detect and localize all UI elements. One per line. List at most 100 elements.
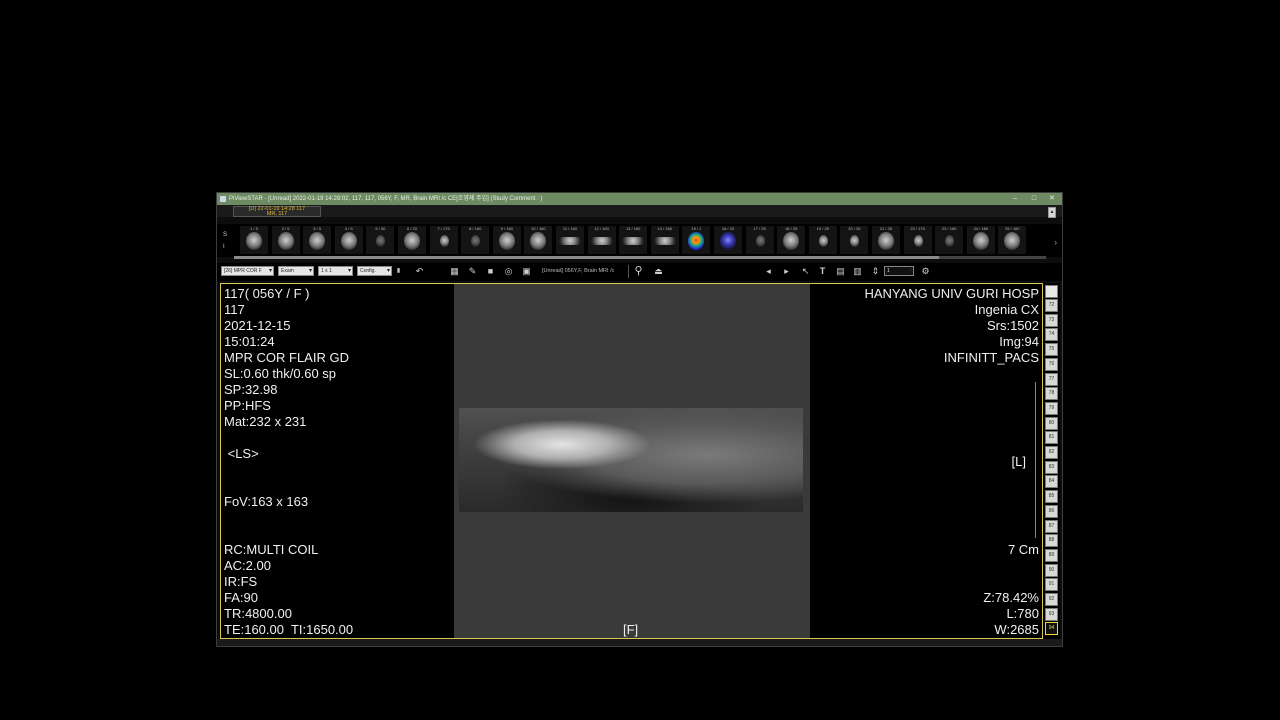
series-thumbnail[interactable]: 22 / 175 (903, 226, 932, 254)
series-thumbnail[interactable]: 25 / 160 (998, 226, 1027, 254)
series-thumbnail-image (404, 232, 420, 250)
edit-icon[interactable]: ✎ (467, 266, 478, 277)
pointer-icon[interactable]: ↖ (800, 266, 811, 277)
slice-button[interactable]: 88 (1045, 534, 1058, 548)
slice-button[interactable]: 73 (1045, 313, 1058, 327)
prev-series-icon[interactable]: ◂ (763, 266, 774, 277)
series-thumbnail[interactable]: 9 / 160 (492, 226, 521, 254)
exam-select[interactable]: Exam (278, 266, 314, 276)
series-thumbnail[interactable]: 2 / 5 (271, 226, 300, 254)
magnifier-icon[interactable]: ⚲ (633, 266, 644, 277)
series-thumbnail[interactable]: 16 / 25 (714, 226, 742, 254)
cd-icon[interactable]: ◎ (503, 266, 514, 277)
series-thumbnail-image (720, 232, 736, 250)
slice-button[interactable]: 94 (1045, 622, 1058, 636)
slice-button[interactable]: 72 (1045, 299, 1058, 312)
eraser-icon[interactable]: ⏏ (653, 266, 664, 277)
series-thumbnail[interactable]: 7 / 175 (429, 226, 458, 254)
slice-button[interactable]: 76 (1045, 357, 1058, 371)
next-series-icon[interactable]: ▸ (781, 266, 792, 277)
toolbar-divider (628, 265, 629, 278)
series-thumbnail-image (878, 232, 894, 250)
series-thumbnail[interactable]: 11 / 160 (556, 226, 584, 254)
minimize-button[interactable]: – (1006, 193, 1024, 205)
series-thumbnail[interactable]: 24 / 160 (966, 226, 995, 254)
overlay-side-marker: [L] (1011, 454, 1026, 469)
config-select[interactable]: Config. (357, 266, 392, 276)
slice-button[interactable]: 83 (1045, 460, 1058, 474)
series-thumbnail[interactable]: 13 / 160 (619, 226, 648, 254)
slice-button[interactable]: 92 (1045, 593, 1058, 606)
series-thumbnail[interactable]: 1 / 5 (240, 226, 268, 254)
slice-button[interactable]: 80 (1045, 416, 1058, 430)
series-select[interactable]: [26] MPR COR F (221, 266, 274, 276)
slice-button[interactable]: 77 (1045, 372, 1058, 386)
series-thumbnail[interactable]: 10 / 160 (524, 226, 553, 254)
series-thumbnail-label: 10 / 160 (531, 226, 546, 231)
series-thumbnail-image (755, 235, 765, 247)
slice-button[interactable]: 81 (1045, 431, 1058, 445)
close-button[interactable]: ✕ (1043, 193, 1061, 205)
next-arrow-icon[interactable]: › (1054, 238, 1057, 247)
slice-button[interactable]: 85 (1045, 490, 1058, 504)
series-thumbnail[interactable]: 18 / 25 (777, 226, 806, 254)
text-tool-icon[interactable]: T (817, 266, 828, 277)
series-thumbnail[interactable]: 23 / 160 (935, 226, 964, 254)
study-tab[interactable]: [U] 22-01-19 14:28 117 MR, 117 (233, 206, 321, 217)
image-viewport[interactable]: 117( 056Y / F ) 117 2021-12-15 15:01:24 … (220, 283, 1043, 639)
tab-scroll-up-button[interactable]: ▴ (1048, 207, 1056, 218)
toolbar: [26] MPR COR F Exam 1 x 1 Config. ▮ ↶ ▦ … (217, 263, 1062, 281)
mri-canvas[interactable] (454, 284, 810, 638)
undo-icon[interactable]: ↶ (414, 266, 425, 277)
slice-scroll-top-button[interactable] (1045, 285, 1058, 298)
series-thumbnail[interactable]: 17 / 25 (745, 226, 774, 254)
series-thumbnail-image (972, 232, 989, 250)
maximize-button[interactable]: □ (1025, 193, 1043, 205)
config-arrow-icon[interactable]: ▮ (393, 266, 404, 277)
cine-icon[interactable]: ⇕ (870, 266, 881, 277)
slice-button[interactable]: 79 (1045, 401, 1058, 415)
series-thumbnail[interactable]: 5 / 30 (366, 226, 395, 254)
series-thumbnail[interactable]: 21 / 26 (872, 226, 900, 254)
slice-button[interactable]: 84 (1045, 475, 1058, 489)
slice-button[interactable]: 86 (1045, 504, 1058, 518)
series-thumbnail[interactable]: 14 / 160 (650, 226, 679, 254)
compare-icon[interactable]: ▦ (449, 266, 460, 277)
series-thumbnail-label: 6 / 20 (406, 226, 417, 231)
series-thumbnail-image (688, 232, 705, 250)
slice-button[interactable]: 75 (1045, 343, 1058, 357)
layout-select[interactable]: 1 x 1 (318, 266, 353, 276)
series-thumbnail-image (818, 235, 828, 247)
series-thumbnail[interactable]: 8 / 160 (461, 226, 490, 254)
series-thumbnail[interactable]: 3 / 5 (303, 226, 332, 254)
save-icon[interactable]: ■ (485, 266, 496, 277)
frame-select[interactable]: 1 (884, 266, 914, 276)
slice-button[interactable]: 89 (1045, 548, 1058, 562)
series-thumbnail-label: 15 / 1 (691, 226, 702, 231)
series-thumbnail[interactable]: 15 / 1 (682, 226, 711, 254)
thumbnail-scroll-thumb[interactable] (234, 256, 939, 259)
overlay-date: 2021-12-15 (224, 318, 291, 333)
series-thumbnail[interactable]: 20 / 26 (840, 226, 869, 254)
slice-button[interactable]: 90 (1045, 563, 1058, 577)
slice-button[interactable]: 91 (1045, 578, 1058, 592)
series-thumbnail-label: 23 / 160 (941, 226, 957, 231)
tile-icon[interactable]: ▥ (852, 266, 863, 277)
series-thumbnail-label: 1 / 5 (250, 226, 258, 231)
slice-button[interactable]: 74 (1045, 328, 1058, 342)
series-thumbnail[interactable]: 19 / 25 (808, 226, 837, 254)
slice-button[interactable]: 82 (1045, 446, 1058, 459)
series-thumbnail[interactable]: 4 / 5 (334, 226, 363, 254)
overlay-patient: 117( 056Y / F ) (224, 286, 310, 301)
slice-button[interactable]: 78 (1045, 387, 1058, 401)
thumbnail-scrollbar[interactable] (234, 256, 1046, 259)
series-thumbnail[interactable]: 12 / 160 (587, 226, 616, 254)
series-thumbnail[interactable]: 6 / 20 (398, 226, 426, 254)
grid-icon[interactable]: ▤ (835, 266, 846, 277)
settings-icon[interactable]: ⚙ (920, 266, 931, 277)
capture-icon[interactable]: ▣ (521, 266, 532, 277)
series-thumbnail-label: 19 / 25 (816, 226, 829, 231)
slice-button[interactable]: 93 (1045, 607, 1058, 621)
series-thumbnail-image (945, 235, 955, 247)
slice-button[interactable]: 87 (1045, 519, 1058, 533)
